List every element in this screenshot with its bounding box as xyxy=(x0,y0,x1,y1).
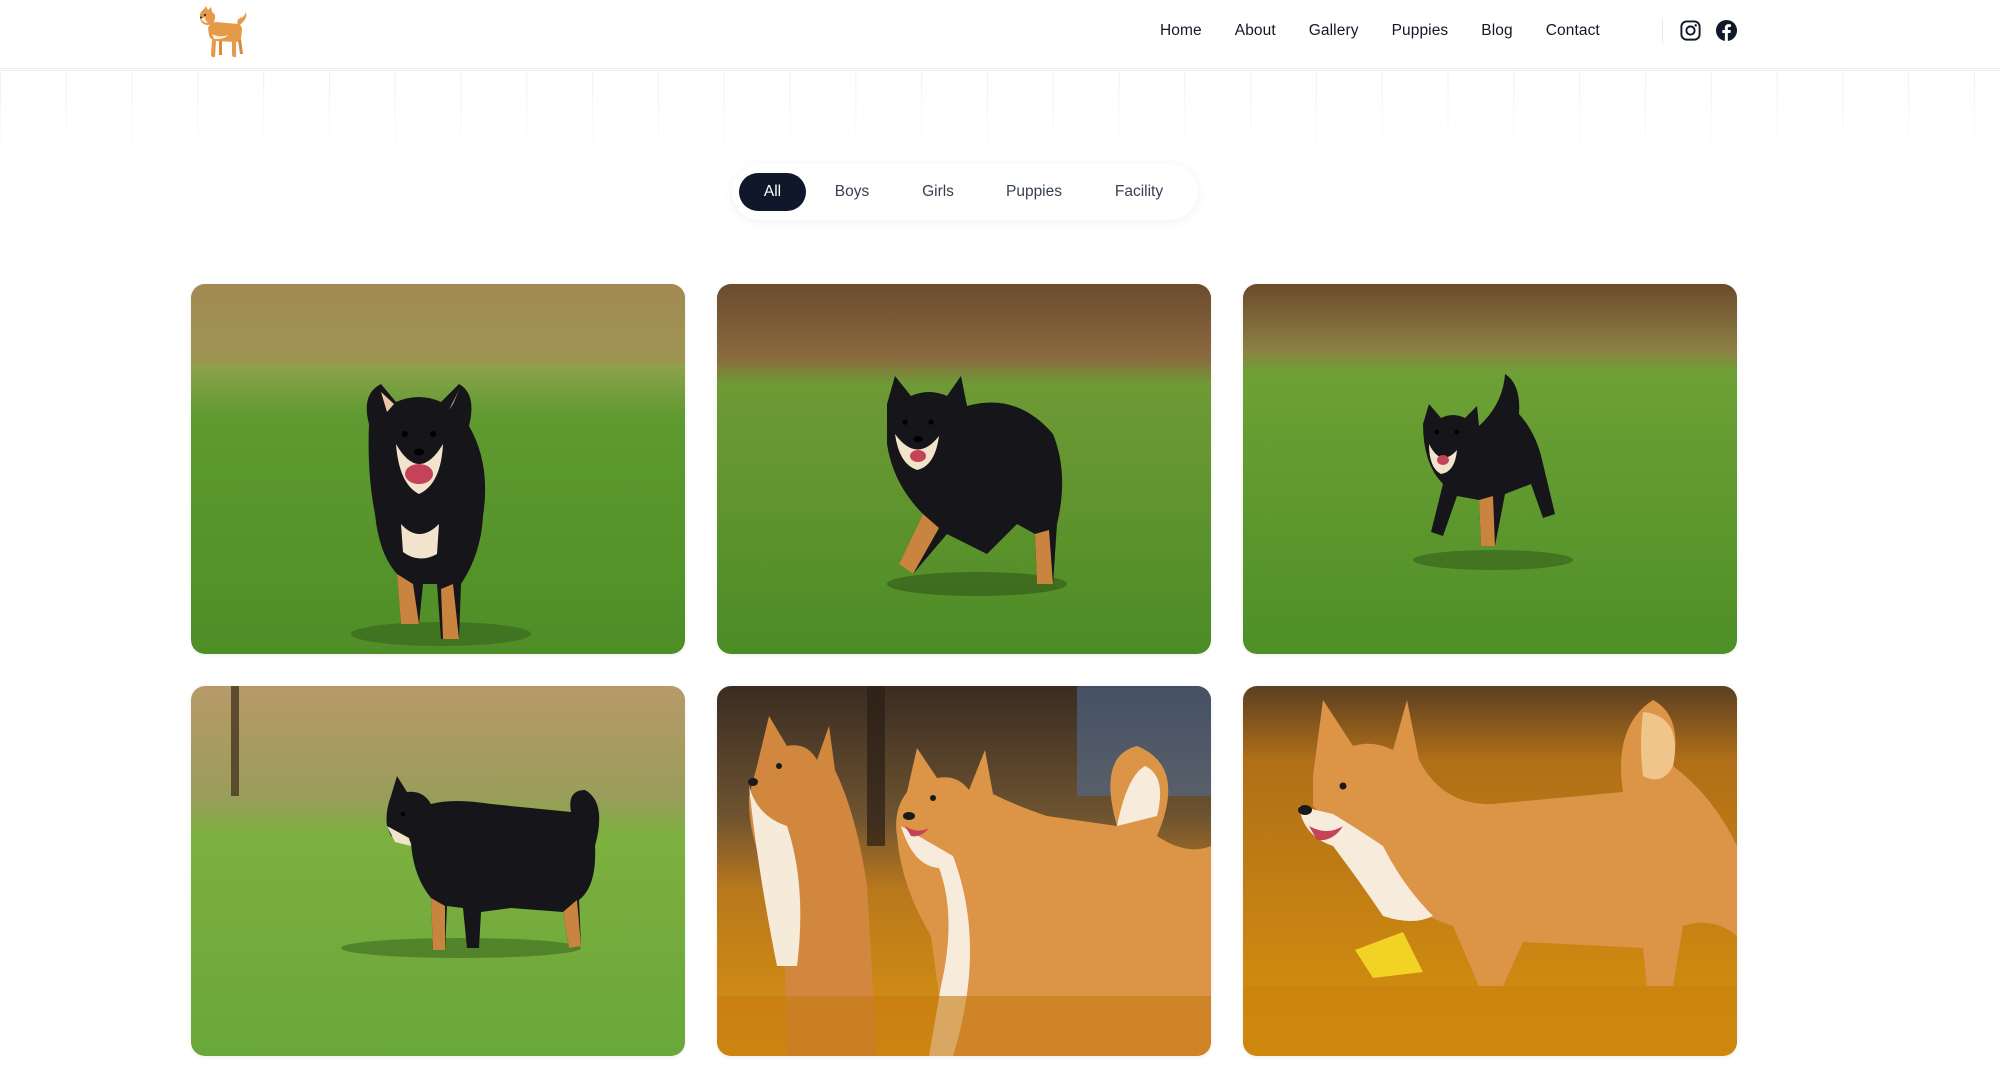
gallery-photo-2[interactable] xyxy=(717,284,1211,654)
gallery-photo-3[interactable] xyxy=(1243,284,1737,654)
gallery-photo-1[interactable] xyxy=(191,284,685,654)
nav-blog-link[interactable]: Blog xyxy=(1481,22,1512,40)
grid-background xyxy=(0,70,2000,162)
facebook-icon[interactable] xyxy=(1715,19,1738,42)
nav-home-link[interactable]: Home xyxy=(1160,22,1202,40)
filter-tab-all[interactable]: All xyxy=(739,173,806,211)
main-nav: Home About Gallery Puppies Blog Contact xyxy=(1160,0,1633,62)
red-shiba-walking-autumn-photo xyxy=(1243,686,1737,1056)
gallery-photo-5[interactable] xyxy=(717,686,1211,1056)
nav-contact-link[interactable]: Contact xyxy=(1546,22,1600,40)
site-header: Home About Gallery Puppies Blog Contact xyxy=(0,0,2000,69)
shiba-trotting-photo xyxy=(1243,284,1737,654)
gallery-photo-6[interactable] xyxy=(1243,686,1737,1056)
gallery-filter-bar: All Boys Girls Puppies Facility xyxy=(732,164,1198,220)
filter-tab-girls[interactable]: Girls xyxy=(898,173,978,211)
shiba-bounding-photo xyxy=(717,284,1211,654)
two-red-shibas-autumn-photo xyxy=(717,686,1211,1056)
instagram-link[interactable] xyxy=(1679,19,1702,42)
filter-tab-puppies[interactable]: Puppies xyxy=(978,173,1090,211)
filter-tab-boys[interactable]: Boys xyxy=(806,173,898,211)
nav-divider xyxy=(1662,19,1663,43)
facebook-link[interactable] xyxy=(1715,19,1738,42)
shiba-puppy-running-photo xyxy=(191,284,685,654)
filter-tab-facility[interactable]: Facility xyxy=(1090,173,1188,211)
instagram-icon[interactable] xyxy=(1679,19,1702,42)
shiba-standing-photo xyxy=(191,686,685,1056)
gallery-photo-4[interactable] xyxy=(191,686,685,1056)
nav-puppies-link[interactable]: Puppies xyxy=(1392,22,1449,40)
nav-about-link[interactable]: About xyxy=(1235,22,1276,40)
shiba-dog-logo-icon[interactable] xyxy=(196,4,252,60)
nav-gallery-link[interactable]: Gallery xyxy=(1309,22,1359,40)
